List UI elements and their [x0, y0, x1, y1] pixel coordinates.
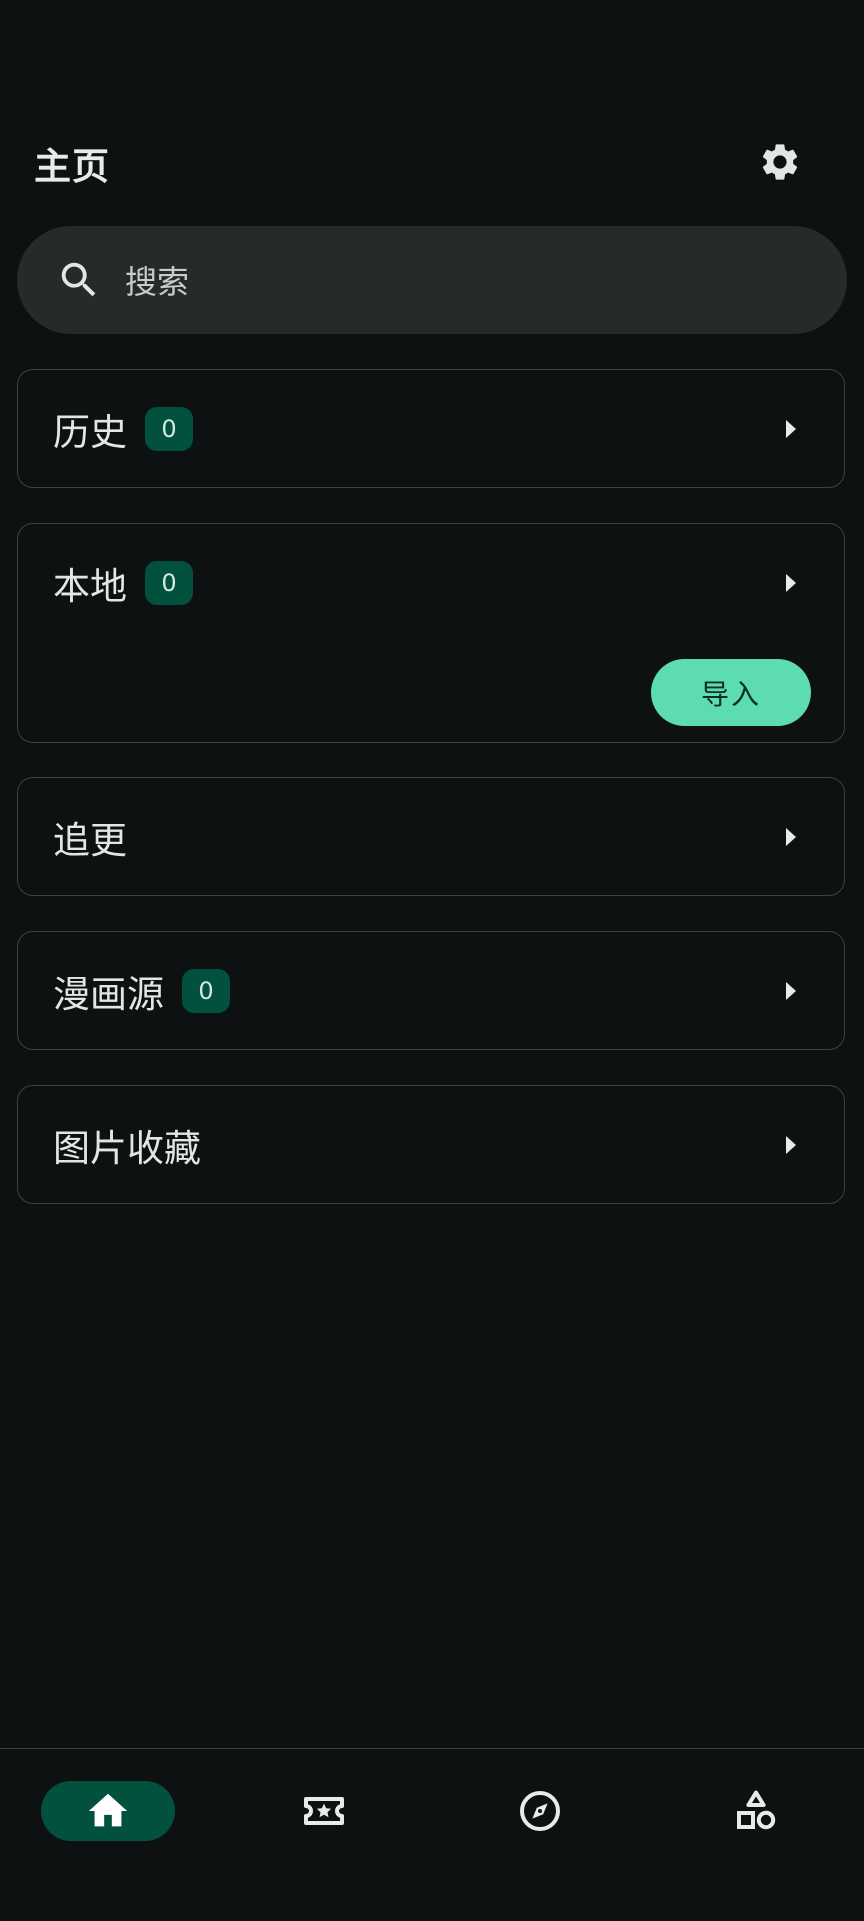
follow-updates-card[interactable]: 追更 [17, 777, 845, 896]
image-favorites-card[interactable]: 图片收藏 [17, 1085, 845, 1204]
chevron-right-icon [786, 1136, 796, 1154]
history-label: 历史 [53, 411, 127, 454]
nav-favorites[interactable] [257, 1781, 391, 1841]
import-button[interactable]: 导入 [651, 659, 811, 726]
search-icon [53, 254, 105, 306]
chevron-right-icon [786, 574, 796, 592]
history-card[interactable]: 历史 0 [17, 369, 845, 488]
ticket-star-icon [304, 1797, 344, 1825]
app-header: 主页 [0, 120, 864, 200]
chevron-right-icon [786, 982, 796, 1000]
search-bar[interactable]: 搜索 [17, 226, 847, 334]
local-count-badge: 0 [145, 561, 193, 605]
page-title: 主页 [34, 145, 110, 188]
history-count-badge: 0 [145, 407, 193, 451]
comic-sources-card[interactable]: 漫画源 0 [17, 931, 845, 1050]
settings-button[interactable] [752, 134, 808, 190]
nav-categories[interactable] [689, 1781, 823, 1841]
shapes-icon [737, 1790, 776, 1830]
search-placeholder: 搜索 [125, 263, 190, 301]
local-card[interactable]: 本地 0 导入 [17, 523, 845, 743]
nav-home[interactable] [41, 1781, 175, 1841]
local-label: 本地 [53, 565, 127, 608]
chevron-right-icon [786, 828, 796, 846]
local-card-header[interactable]: 本地 0 [18, 524, 844, 642]
nav-explore[interactable] [473, 1781, 607, 1841]
image-favorites-label: 图片收藏 [53, 1127, 201, 1170]
comic-sources-count-badge: 0 [182, 969, 230, 1013]
chevron-right-icon [786, 420, 796, 438]
gear-icon [762, 144, 798, 180]
home-icon [88, 1793, 128, 1827]
bottom-navigation [0, 1748, 864, 1921]
follow-updates-label: 追更 [53, 819, 127, 862]
compass-icon [520, 1791, 560, 1831]
comic-sources-label: 漫画源 [53, 973, 164, 1016]
